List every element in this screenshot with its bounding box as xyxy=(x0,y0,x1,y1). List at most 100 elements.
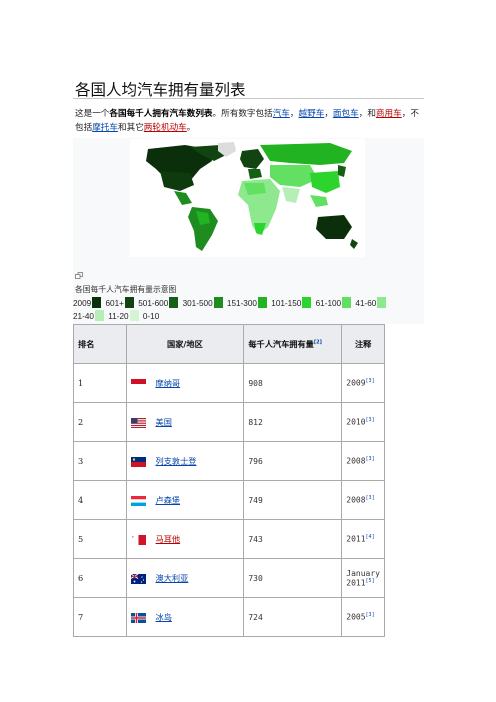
ref-link[interactable]: [3] xyxy=(366,612,375,618)
country-cell: 澳大利亚 xyxy=(125,558,245,598)
map-legend: 2009 601+ 501-600 301-500 151-300 101-15… xyxy=(73,297,421,323)
rank-cell: 4 xyxy=(73,480,127,520)
intro-sep: ， xyxy=(324,109,333,119)
country-flag-icon xyxy=(130,573,146,584)
country-link[interactable]: 摩纳哥 xyxy=(156,378,181,388)
ref-link[interactable]: [2] xyxy=(314,339,322,345)
note-cell: 2008[3] xyxy=(341,441,385,481)
rate-cell: 730 xyxy=(243,558,343,598)
ref-link[interactable]: [4] xyxy=(366,534,375,540)
page-title: 各国人均汽车拥有量列表 xyxy=(75,81,246,99)
note-cell: 2005[3] xyxy=(341,597,385,637)
country-cell: 摩纳哥 xyxy=(125,363,245,403)
header-rank[interactable]: 排名 xyxy=(73,324,127,364)
table-row: 7 冰岛 724 2005[3] xyxy=(73,597,385,637)
header-rate-label: 每千人汽车拥有量 xyxy=(248,339,314,349)
rank-cell: 7 xyxy=(73,597,127,637)
legend-item: 101-150 xyxy=(271,297,312,310)
legend-label: 101-150 xyxy=(271,299,302,308)
legend-label: 151-300 xyxy=(226,299,257,308)
country-link[interactable]: 马耳他 xyxy=(156,534,181,544)
intro-paragraph: 这是一个各国每千人拥有汽车数列表。所有数字包括汽车，越野车，面包车，和商用车，不… xyxy=(75,107,420,135)
legend-swatch xyxy=(213,297,223,308)
country-cell: 列支敦士登 xyxy=(125,441,245,481)
legend-swatch xyxy=(129,310,139,321)
rank-cell: 3 xyxy=(73,441,127,481)
ref-link[interactable]: [3] xyxy=(366,456,375,462)
link-commercial-vehicle[interactable]: 商用车 xyxy=(376,109,402,119)
header-country[interactable]: 国家/地区 xyxy=(125,324,245,364)
note-text: January 2011 xyxy=(346,568,380,588)
link-two-wheeler[interactable]: 两轮机动车 xyxy=(144,123,187,133)
ref-link[interactable]: [3] xyxy=(366,495,375,501)
note-text: 2008 xyxy=(346,495,366,505)
header-note[interactable]: 注释 xyxy=(341,324,385,364)
table-row: 1 摩纳哥 908 2009[3] xyxy=(73,363,385,403)
country-cell: 卢森堡 xyxy=(125,480,245,520)
header-rate[interactable]: 每千人汽车拥有量[2] xyxy=(243,324,343,364)
ref-link[interactable]: [3] xyxy=(366,378,375,384)
note-cell: January 2011[5] xyxy=(341,558,385,598)
rate-cell: 908 xyxy=(243,363,343,403)
country-link[interactable]: 列支敦士登 xyxy=(156,456,197,466)
legend-item: 21-40 xyxy=(73,310,104,323)
legend-label: 501-600 xyxy=(138,299,169,308)
legend-label: 21-40 xyxy=(73,312,94,321)
table-row: 4 卢森堡 749 2008[3] xyxy=(73,480,385,520)
legend-item: 0-10 xyxy=(143,310,159,323)
country-flag-icon xyxy=(130,379,146,389)
link-car[interactable]: 汽车 xyxy=(273,109,290,119)
legend-item: 151-300 xyxy=(227,297,267,310)
legend-swatch xyxy=(94,310,104,321)
country-link[interactable]: 美国 xyxy=(156,417,172,427)
legend-item: 61-100 xyxy=(316,297,352,310)
country-link[interactable]: 澳大利亚 xyxy=(156,573,189,583)
rank-cell: 6 xyxy=(73,558,127,598)
link-van[interactable]: 面包车 xyxy=(333,109,359,119)
intro-middle-2: 和其它 xyxy=(118,123,144,133)
legend-swatch xyxy=(302,297,312,308)
note-text: 2008 xyxy=(346,456,366,466)
legend-item: 2009 xyxy=(73,297,102,310)
legend-label: 61-100 xyxy=(315,299,342,308)
legend-label: 301-500 xyxy=(182,299,213,308)
country-link[interactable]: 卢森堡 xyxy=(156,495,181,505)
country-cell: 美国 xyxy=(125,402,245,442)
intro-end: 。 xyxy=(186,123,196,133)
table-row: 2 美国 812 2010[3] xyxy=(73,402,385,442)
legend-swatch xyxy=(257,297,267,308)
legend-swatch xyxy=(169,297,179,308)
legend-item: 501-600 xyxy=(138,297,179,310)
legend-label: 41-60 xyxy=(355,299,377,308)
rate-cell: 743 xyxy=(243,519,343,559)
legend-swatch xyxy=(377,297,387,308)
note-text: 2010 xyxy=(346,417,366,427)
ref-link[interactable]: [3] xyxy=(366,417,375,423)
ref-link[interactable]: [5] xyxy=(366,578,375,584)
intro-sep: ，和 xyxy=(358,109,376,119)
world-map-image[interactable] xyxy=(130,139,365,257)
enlarge-icon[interactable] xyxy=(75,272,83,279)
country-flag-icon xyxy=(130,613,146,623)
country-link[interactable]: 冰岛 xyxy=(156,612,172,622)
legend-swatch xyxy=(92,297,102,308)
rate-cell: 812 xyxy=(243,402,343,442)
intro-sep: ， xyxy=(289,109,299,119)
table-row: 5 马耳他 743 2011[4] xyxy=(73,519,385,559)
note-text: 2005 xyxy=(346,612,366,622)
link-motorcycle[interactable]: 摩托车 xyxy=(92,123,118,133)
country-flag-icon xyxy=(130,535,146,545)
note-cell: 2008[3] xyxy=(341,480,385,520)
legend-label: 601+ xyxy=(105,299,124,308)
legend-item: 11-20 xyxy=(108,310,139,323)
rate-cell: 749 xyxy=(243,480,343,520)
link-suv[interactable]: 越野车 xyxy=(299,109,325,119)
figure-thumbnail: 各国每千人汽车拥有量示意图 2009 601+ 501-600 301-500 … xyxy=(73,138,424,324)
legend-label: 0-10 xyxy=(142,312,160,321)
note-text: 2009 xyxy=(346,378,366,388)
legend-swatch xyxy=(124,297,134,308)
legend-label: 2009 xyxy=(73,299,92,308)
rank-cell: 2 xyxy=(73,402,127,442)
country-flag-icon xyxy=(130,457,146,467)
rate-cell: 796 xyxy=(243,441,343,481)
